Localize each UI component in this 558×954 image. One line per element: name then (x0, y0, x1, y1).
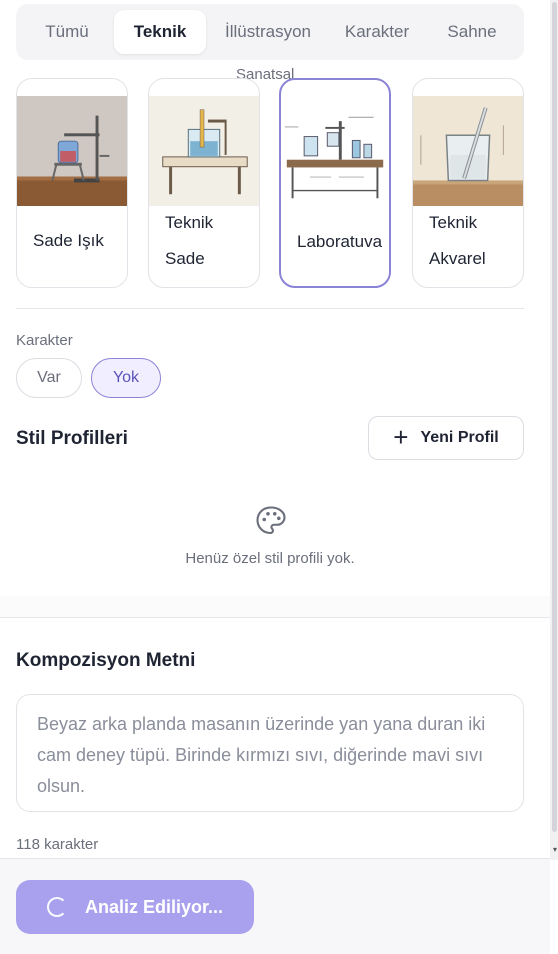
section-separator (0, 596, 550, 618)
lab-bench-thumbnail (281, 98, 389, 206)
empty-profiles-text: Henüz özel stil profili yok. (185, 550, 355, 567)
new-profile-label: Yeni Profil (420, 429, 499, 446)
tab-karakter[interactable]: Karakter (330, 10, 424, 54)
character-count: 118 karakter (16, 836, 99, 853)
new-profile-button[interactable]: + Yeni Profil (368, 416, 524, 460)
style-card-teknik-akvarel[interactable]: Teknik Akvarel (412, 78, 524, 288)
analyze-button-label: Analiz Ediliyor... (84, 896, 224, 917)
scrollbar[interactable]: ▾ (550, 0, 558, 860)
card-label: Laboratuva (297, 232, 383, 251)
lab-stand-thumbnail (17, 96, 127, 206)
loading-spinner-icon (46, 897, 67, 917)
style-card-teknik-sade[interactable]: Teknik Sade (148, 78, 260, 288)
karakter-label: Karakter (16, 332, 73, 349)
card-label: Sade Işık (33, 231, 104, 250)
style-card-laboratuvar[interactable]: Laboratuva (279, 78, 391, 288)
style-panel: Tümü Teknik İllüstrasyon Karakter Sahne … (0, 0, 550, 954)
card-label-line2: Akvarel (429, 249, 486, 268)
tab-teknik[interactable]: Teknik (114, 10, 206, 54)
tab-tumu[interactable]: Tümü (20, 10, 114, 54)
composition-title: Kompozisyon Metni (16, 650, 196, 671)
plus-icon: + (393, 421, 409, 452)
scroll-down-arrow-icon[interactable]: ▾ (553, 845, 557, 854)
watercolor-beaker-thumbnail (413, 96, 523, 206)
section-divider (16, 308, 524, 309)
tab-sahne[interactable]: Sahne (424, 10, 520, 54)
composition-textarea[interactable]: Beyaz arka planda masanın üzerinde yan y… (16, 694, 524, 812)
card-label-line2: Sade (165, 249, 205, 268)
style-card-sade-isik[interactable]: Sade Işık (16, 78, 128, 288)
karakter-option-var[interactable]: Var (16, 358, 82, 398)
analyze-button[interactable]: Analiz Ediliyor... (16, 880, 254, 934)
style-profiles-title: Stil Profilleri (16, 428, 128, 449)
card-label-line1: Teknik (165, 213, 214, 232)
card-label-line1: Teknik (429, 213, 478, 232)
palette-icon (256, 506, 286, 535)
category-tabs: Tümü Teknik İllüstrasyon Karakter Sahne (16, 4, 524, 60)
karakter-option-yok[interactable]: Yok (91, 358, 161, 398)
beaker-sketch-thumbnail (149, 96, 259, 206)
tab-illustrasyon[interactable]: İllüstrasyon (206, 10, 330, 54)
scrollbar-thumb[interactable] (552, 2, 557, 832)
